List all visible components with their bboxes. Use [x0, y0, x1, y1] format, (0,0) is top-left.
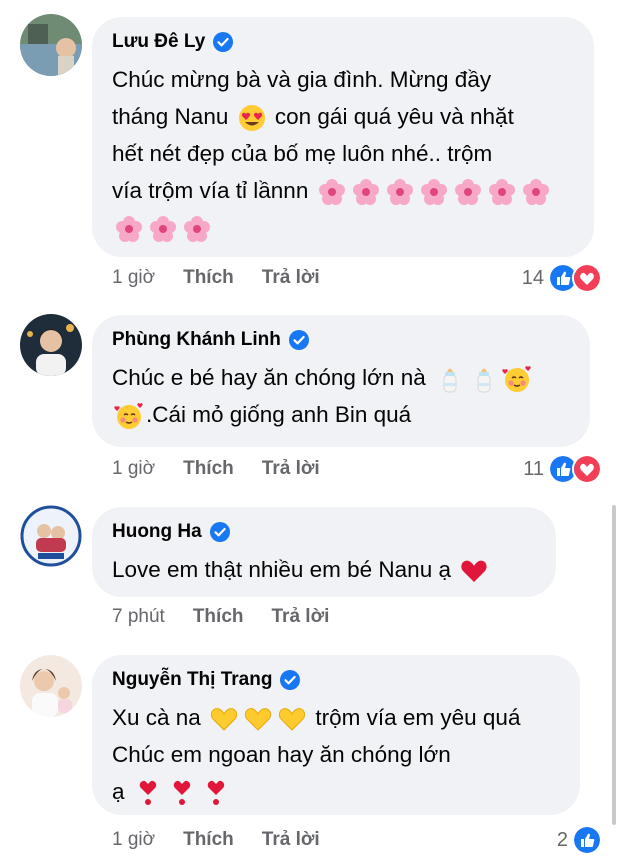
- comment-bubble: Lưu Đê Ly Chúc mừng bà và gia đình. Mừng…: [92, 17, 594, 257]
- cherry-blossom-icon: [352, 179, 379, 206]
- reaction-count: 11: [523, 457, 544, 480]
- like-action-button[interactable]: Thích: [183, 829, 234, 851]
- avatar[interactable]: [20, 505, 82, 567]
- reply-action-button[interactable]: Trả lời: [262, 458, 320, 480]
- comment-text-line: Xu cà na: [112, 705, 201, 730]
- comment-text: Chúc e bé hay ăn chóng lớn nà .Cái mỏ gi…: [112, 359, 570, 433]
- comment-text: Love em thật nhiều em bé Nanu ạ: [112, 551, 536, 588]
- yellow-heart-icon: [210, 708, 238, 731]
- reaction-summary[interactable]: 2: [557, 825, 602, 855]
- cherry-blossom-icon: [184, 216, 210, 243]
- verified-badge-icon: [280, 670, 301, 690]
- heart-exclamation-icon: [207, 780, 224, 806]
- baby-bottle-icon: [477, 368, 491, 393]
- comment-bubble: Nguyễn Thị Trang Xu cà na trộm vía em yê…: [92, 655, 580, 815]
- love-icon: [572, 263, 602, 293]
- avatar[interactable]: [20, 314, 82, 376]
- comment-text-line: Chúc mừng bà và gia đình. Mừng đầy: [112, 67, 492, 92]
- comment-bubble: Phùng Khánh Linh Chúc e bé hay ăn chóng …: [92, 315, 590, 447]
- comment-text-line: .Cái mỏ giống anh Bin quá: [146, 402, 412, 427]
- comment-text-line: Chúc em ngoan hay ăn chóng lớn: [112, 742, 451, 767]
- reply-action-button[interactable]: Trả lời: [262, 267, 320, 289]
- comment-actions: 1 giờ Thích Trả lời: [112, 825, 320, 855]
- cherry-blossom-icon: [454, 179, 481, 206]
- reaction-summary[interactable]: 11: [523, 454, 602, 484]
- comment-actions: 1 giờ Thích Trả lời: [112, 263, 320, 293]
- love-icon: [572, 454, 602, 484]
- scrollbar[interactable]: [612, 505, 616, 825]
- reaction-count: 14: [521, 266, 544, 289]
- cherry-blossom-icon: [420, 179, 447, 206]
- comment-text: Chúc mừng bà và gia đình. Mừng đầy tháng…: [112, 61, 574, 246]
- reply-action-button[interactable]: Trả lời: [272, 606, 330, 628]
- comment-text-line: tháng Nanu: [112, 104, 229, 129]
- comment-text-line: Chúc e bé hay ăn chóng lớn nà: [112, 365, 426, 390]
- comment-text-line: con gái quá yêu và nhặt: [274, 104, 514, 129]
- heart-exclamation-icon: [139, 780, 156, 806]
- like-action-button[interactable]: Thích: [183, 458, 234, 480]
- comment-text-line: Love em thật nhiều em bé Nanu ạ: [112, 557, 451, 582]
- smiling-face-with-hearts-icon: [502, 365, 532, 393]
- author-name[interactable]: Phùng Khánh Linh: [112, 329, 281, 351]
- baby-bottle-icon: [443, 368, 457, 393]
- verified-badge-icon: [209, 522, 230, 542]
- author-name[interactable]: Lưu Đê Ly: [112, 31, 205, 53]
- avatar[interactable]: [20, 655, 82, 717]
- heart-exclamation-icon: [173, 780, 190, 806]
- cherry-blossom-icon: [150, 216, 176, 243]
- cherry-blossom-icon: [116, 216, 142, 243]
- smiling-face-with-hearts-icon: [114, 402, 144, 430]
- heart-eyes-emoji-icon: [238, 105, 265, 132]
- comment-text-line: trộm vía em yêu quá: [315, 705, 521, 730]
- comment-time[interactable]: 1 giờ: [112, 829, 155, 851]
- verified-badge-icon: [213, 32, 234, 52]
- like-icon: [572, 825, 602, 855]
- comment-text-line: hết nét đẹp của bố mẹ luôn nhé.. trộm: [112, 141, 493, 166]
- like-action-button[interactable]: Thích: [183, 267, 234, 289]
- reaction-summary[interactable]: 14: [522, 263, 602, 293]
- reply-action-button[interactable]: Trả lời: [262, 829, 320, 851]
- verified-badge-icon: [288, 330, 309, 350]
- yellow-heart-icon: [244, 708, 272, 731]
- author-name[interactable]: Huong Ha: [112, 521, 202, 543]
- author-name[interactable]: Nguyễn Thị Trang: [112, 669, 272, 691]
- cherry-blossom-icon: [386, 179, 413, 206]
- cherry-blossom-icon: [488, 179, 515, 206]
- comment-text: Xu cà na trộm vía em yêu quá Chúc em ngo…: [112, 699, 560, 810]
- comment-time[interactable]: 1 giờ: [112, 267, 155, 289]
- comment-text-line: vía trộm vía tỉ lầnnn: [112, 178, 309, 203]
- comment-bubble: Huong Ha Love em thật nhiều em bé Nanu ạ: [92, 507, 556, 597]
- like-action-button[interactable]: Thích: [193, 606, 244, 628]
- comment-time[interactable]: 7 phút: [112, 606, 165, 628]
- comment-time[interactable]: 1 giờ: [112, 458, 155, 480]
- yellow-heart-icon: [278, 708, 306, 731]
- comment-actions: 7 phút Thích Trả lời: [112, 602, 329, 632]
- reaction-count: 2: [556, 828, 568, 851]
- avatar[interactable]: [20, 14, 82, 76]
- comment-actions: 1 giờ Thích Trả lời: [112, 454, 320, 484]
- cherry-blossom-icon: [318, 179, 345, 206]
- cherry-blossom-icon: [522, 179, 549, 206]
- red-heart-icon: [461, 560, 487, 583]
- comment-text-line: ạ: [112, 779, 125, 804]
